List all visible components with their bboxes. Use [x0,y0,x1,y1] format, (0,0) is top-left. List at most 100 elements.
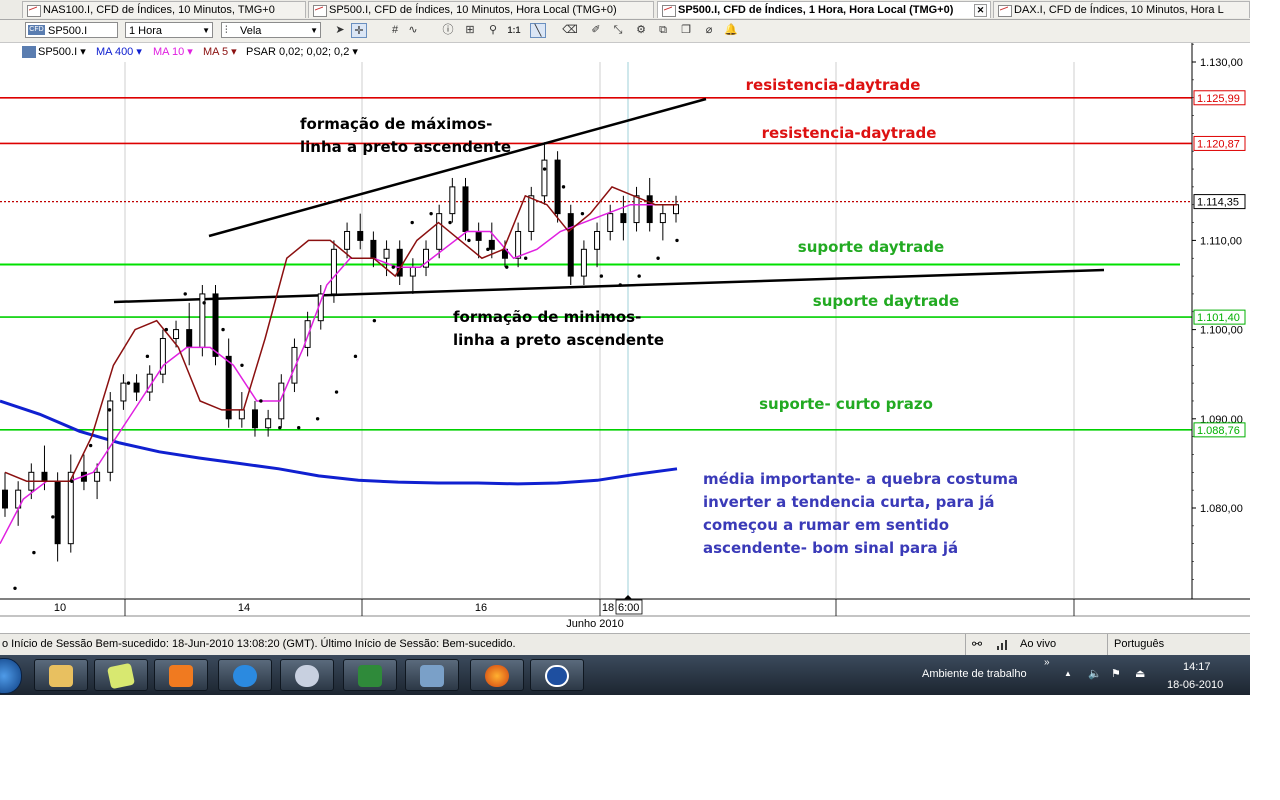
candle-body [580,248,587,277]
taskbar-media-player[interactable] [154,659,208,691]
indicator-icon[interactable]: ∿ [405,23,421,38]
desktop-toolbar-label[interactable]: Ambiente de trabalho [922,668,1027,680]
move-icon[interactable]: ✐ [588,23,604,38]
price-axis[interactable]: 1.130,001.110,001.100,001.090,001.080,00… [1191,43,1250,633]
price-tick-label: 1.110,00 [1200,235,1242,247]
chart-annotation-line: inverter a tendencia curta, para já [703,493,995,511]
cursor-icon[interactable]: ➤ [332,23,348,38]
taskbar-paint[interactable] [280,659,334,691]
price-chart[interactable]: resistencia-daytrade resistencia-daytrade… [0,43,1250,633]
document-tab-bar: NAS100.I, CFD de Índices, 10 Minutos, TM… [0,0,1250,20]
psar-dot [126,381,131,385]
cursor-time-label: 6:00 [618,602,639,614]
zoom-in-icon[interactable]: ⚲ [485,23,501,38]
close-icon[interactable]: ✕ [974,4,987,17]
psar-dot [221,327,225,332]
excel-icon [358,665,382,687]
candle-body [41,471,48,482]
chart-tab-icon [998,5,1012,17]
taskbar-excel[interactable] [343,659,397,691]
chart-type-select[interactable]: ⫶ Vela ▼ [221,22,321,38]
draw-line-icon[interactable]: ╲ [530,23,546,38]
chart-annotation-line: formação de minimos- [453,308,641,326]
psar-dot [580,211,585,216]
timeframe-select[interactable]: 1 Hora ▼ [125,22,213,38]
taskbar-network[interactable] [405,659,459,691]
price-tag-label: 1.088,76 [1197,425,1240,437]
psar-dot [164,327,169,332]
eraser-icon[interactable]: ⌫ [562,23,578,38]
connection-icon [996,637,1010,651]
psar-dot [618,283,622,287]
tab-label: NAS100.I, CFD de Índices, 10 Minutos, TM… [43,4,275,16]
clock-time[interactable]: 14:17 [1183,661,1211,673]
tab-sp500-1hour[interactable]: SP500.I, CFD de Índices, 1 Hora, Hora Lo… [657,1,991,18]
level-label: suporte- curto prazo [759,395,933,413]
time-tick-label: 14 [238,602,250,614]
info-icon[interactable]: ⓘ [440,23,456,38]
safely-remove-icon[interactable]: ⏏ [1135,667,1145,680]
grid-icon[interactable]: # [387,23,403,38]
psar-dot [599,274,604,278]
volume-icon[interactable]: 🔈 [1088,667,1102,680]
candle-body [120,382,127,402]
time-tick-label: 16 [475,602,487,614]
expand-icon[interactable]: ⤡ [610,23,626,38]
psar-dot [107,408,112,412]
candle-body [646,195,653,224]
psar-dot [353,354,358,359]
symbol-select[interactable]: CFD SP500.I [25,22,118,38]
toolbar-more-icon[interactable]: » [1044,657,1050,668]
psar-dot [259,399,263,403]
candle-body [436,213,443,250]
ma10-series [0,203,677,545]
psar-dot [561,185,566,189]
network-status-icon[interactable]: ⚑ [1111,667,1121,680]
link-icon[interactable]: ⚯ [972,637,982,651]
crosshair-icon[interactable]: ✛ [351,23,367,38]
price-tick-label: 1.130,00 [1200,57,1243,69]
chart-tab-icon [313,5,327,17]
psar-dot [486,247,490,252]
candle-body [462,186,469,232]
attach-icon[interactable]: ⌀ [701,23,717,38]
candle-body [133,382,140,393]
chart-annotation-line: linha a preto ascendente [300,138,511,156]
status-divider [1107,634,1108,656]
taskbar-file-explorer[interactable] [34,659,88,691]
zoom-reset-icon[interactable]: 1:1 [506,23,522,38]
psar-dot [429,211,433,216]
clock-date[interactable]: 18-06-2010 [1167,679,1223,691]
psar-dot [523,256,528,260]
taskbar-firefox[interactable] [470,659,524,691]
copy-icon[interactable]: ⧉ [655,23,671,38]
candle-body [94,471,101,482]
chart-annotation-line: linha a preto ascendente [453,331,664,349]
psar-dot [448,220,452,225]
time-axis[interactable]: 10 14 16 18 6:00 Junho 2010 [0,595,1250,633]
symbol-value: SP500.I [48,25,88,37]
taskbar-internet-explorer[interactable] [218,659,272,691]
chart-toolbar: CFD SP500.I 1 Hora ▼ ⫶ Vela ▼ ➤ ✛ # ∿ ⓘ … [0,20,1250,43]
start-button[interactable] [0,658,22,694]
draw-text-icon[interactable]: ⊞ [462,23,478,38]
support-resistance-lines [0,96,1192,431]
alert-bell-icon[interactable]: 🔔 [723,23,739,38]
psar-dot [315,417,320,421]
candle-body [541,159,548,197]
candle-body [370,239,377,259]
trendlines [113,97,1105,304]
candle-body [304,320,311,348]
tray-expand-icon[interactable]: ▲ [1064,669,1072,678]
tab-nas100[interactable]: NAS100.I, CFD de Índices, 10 Minutos, TM… [22,1,306,18]
tab-sp500-10min[interactable]: SP500.I, CFD de Índices, 10 Minutos, Hor… [308,1,654,18]
taskbar-trading-app[interactable] [530,659,584,691]
windows-taskbar: Ambiente de trabalho » ▲ 🔈 ⚑ ⏏ 14:17 18-… [0,655,1250,695]
taskbar-notes[interactable] [94,659,148,691]
clone-icon[interactable]: ❐ [678,23,694,38]
tab-dax[interactable]: DAX.I, CFD de Índices, 10 Minutos, Hora … [993,1,1250,18]
settings-icon[interactable]: ⚙ [633,23,649,38]
chart-annotation-line: média importante- a quebra costuma [703,470,1018,488]
candle-body [383,248,390,259]
language-indicator[interactable]: Português [1114,638,1164,650]
